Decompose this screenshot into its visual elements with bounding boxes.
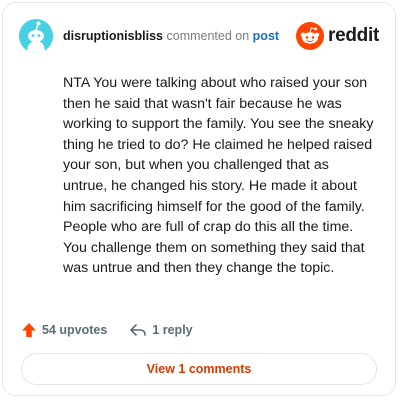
comment-meta: disruptionisbliss commented on post <box>63 29 279 43</box>
username-link[interactable]: disruptionisbliss <box>63 29 163 43</box>
snoo-avatar-icon[interactable] <box>19 19 53 53</box>
brand-name: reddit <box>328 25 379 46</box>
comment-header: disruptionisbliss commented on post redd… <box>19 19 379 53</box>
reddit-logo-icon <box>296 22 325 50</box>
upvote-arrow-icon <box>22 323 36 337</box>
view-comments-button[interactable]: View 1 comments <box>21 353 377 385</box>
reply-arrow-icon <box>130 324 147 336</box>
reply-count: 1 reply <box>152 323 193 337</box>
upvote-count: 54 upvotes <box>42 323 108 337</box>
action-text: commented on <box>166 29 250 43</box>
comment-card: disruptionisbliss commented on post redd… <box>2 2 396 396</box>
upvote-button[interactable]: 54 upvotes <box>21 322 107 338</box>
reply-button[interactable]: 1 reply <box>129 322 193 338</box>
comment-body: NTA You were talking about who raised yo… <box>63 75 374 277</box>
post-link[interactable]: post <box>253 29 279 43</box>
reddit-logo[interactable]: reddit <box>296 21 379 51</box>
comment-actions: 54 upvotes 1 reply <box>21 319 193 341</box>
